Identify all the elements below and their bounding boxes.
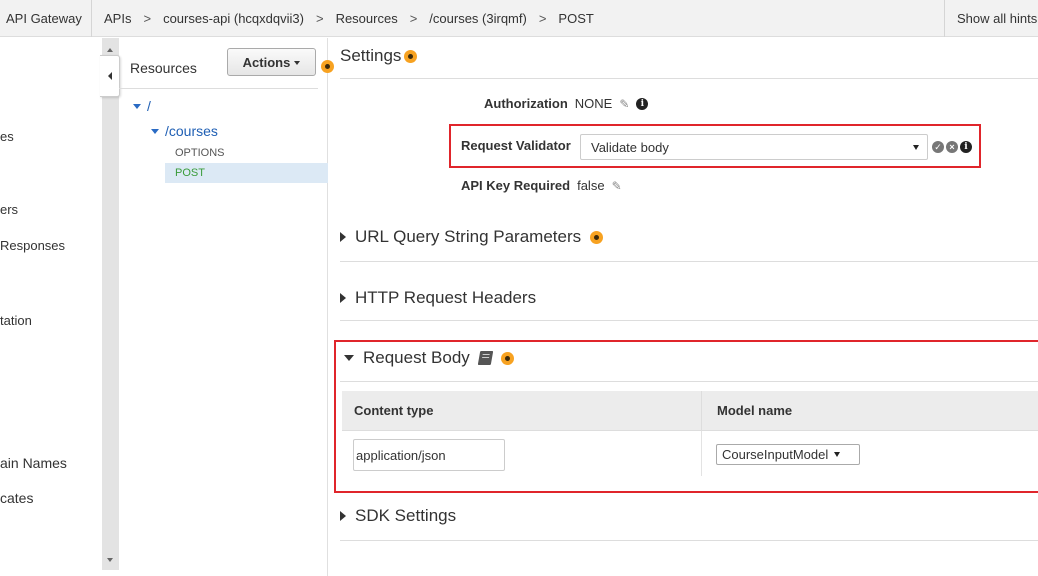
scroll-up-icon[interactable]	[107, 48, 113, 52]
check-icon[interactable]: ✓	[932, 141, 944, 153]
section-sdk-title[interactable]: SDK Settings	[355, 506, 456, 526]
clear-icon[interactable]: ×	[946, 141, 958, 153]
breadcrumb-resource[interactable]: /courses (3irqmf)	[429, 11, 527, 26]
actions-label: Actions	[242, 54, 291, 70]
settings-heading: Settings	[340, 46, 418, 66]
divider	[340, 78, 1038, 79]
breadcrumb: APIs > courses-api (hcqxdqvii3) > Resour…	[92, 11, 594, 26]
content-type-header: Content type	[354, 403, 434, 418]
section-query-title[interactable]: URL Query String Parameters	[355, 227, 581, 247]
expand-icon[interactable]	[151, 128, 159, 134]
triangle-right-icon[interactable]	[340, 293, 346, 303]
divider	[119, 88, 318, 89]
info-icon[interactable]: i	[960, 141, 972, 153]
tree-courses-label[interactable]: /courses	[165, 123, 218, 139]
scroll-down-icon[interactable]	[107, 558, 113, 562]
tree-method-post[interactable]: POST	[175, 167, 205, 179]
api-key-value: false	[577, 178, 605, 193]
pencil-icon[interactable]: ✎	[612, 179, 622, 193]
left-nav-item[interactable]: ain Names	[0, 455, 67, 471]
show-all-hints-button[interactable]: Show all hints	[944, 0, 1038, 37]
divider	[340, 320, 1038, 321]
divider	[340, 381, 1038, 382]
beacon-icon[interactable]	[590, 230, 604, 244]
collapse-panel-button[interactable]	[100, 55, 120, 97]
model-name-select[interactable]: CourseInputModel	[716, 444, 860, 465]
tree-node-root[interactable]: /	[133, 98, 151, 114]
left-nav-item[interactable]: cates	[0, 490, 33, 506]
model-name-value: CourseInputModel	[722, 447, 829, 462]
request-validator-value: Validate body	[591, 139, 669, 155]
triangle-right-icon[interactable]	[340, 511, 346, 521]
resources-title: Resources	[130, 60, 197, 76]
pencil-icon[interactable]: ✎	[619, 97, 629, 111]
section-sdk-settings[interactable]: SDK Settings	[340, 506, 1038, 541]
left-nav: es ers Responses tation ain Names cates	[0, 38, 102, 576]
divider	[701, 431, 702, 476]
breadcrumb-separator: >	[143, 10, 152, 26]
api-key-label: API Key Required	[461, 178, 571, 193]
collapse-panel-icon	[107, 72, 112, 80]
section-body-title[interactable]: Request Body	[363, 348, 470, 368]
breadcrumb-separator: >	[409, 10, 418, 26]
authorization-value: NONE	[574, 96, 613, 111]
tree-node-courses[interactable]: /courses	[151, 123, 218, 139]
caret-down-icon	[913, 145, 919, 150]
resources-scrollbar[interactable]	[102, 38, 119, 570]
beacon-icon[interactable]	[404, 49, 418, 63]
divider	[701, 391, 702, 431]
api-key-row: API Key Required false ✎	[461, 178, 622, 193]
info-icon[interactable]: i	[636, 97, 649, 110]
section-headers-title[interactable]: HTTP Request Headers	[355, 288, 536, 308]
caret-down-icon	[834, 452, 841, 457]
caret-down-icon	[294, 61, 301, 65]
triangle-right-icon[interactable]	[340, 232, 346, 242]
divider	[340, 540, 1038, 541]
tree-method-options[interactable]: OPTIONS	[175, 147, 225, 159]
request-body-table-header: Content type Model name	[342, 391, 1038, 431]
top-bar: API Gateway APIs > courses-api (hcqxdqvi…	[0, 0, 1038, 37]
model-name-header: Model name	[717, 403, 793, 418]
left-nav-item[interactable]: Responses	[0, 238, 65, 253]
authorization-row: Authorization NONE ✎ i	[484, 96, 649, 111]
request-validator-label: Request Validator	[461, 138, 571, 153]
breadcrumb-separator: >	[538, 10, 547, 26]
service-name[interactable]: API Gateway	[0, 0, 92, 37]
divider	[340, 261, 1038, 262]
authorization-label: Authorization	[484, 96, 568, 111]
section-request-body[interactable]: Request Body	[340, 348, 1038, 382]
section-query-params[interactable]: URL Query String Parameters	[340, 227, 1038, 262]
beacon-icon[interactable]	[500, 351, 514, 365]
left-nav-item[interactable]: es	[0, 129, 14, 144]
tree-root-label[interactable]: /	[147, 98, 151, 114]
triangle-down-icon[interactable]	[344, 355, 354, 361]
method-request-main: Settings Authorization NONE ✎ i Request …	[329, 38, 1038, 576]
breadcrumb-separator: >	[315, 10, 324, 26]
request-validator-highlight: Request Validator Validate body ✓ × i	[449, 124, 981, 168]
left-nav-item[interactable]: ers	[0, 202, 18, 217]
breadcrumb-api[interactable]: courses-api (hcqxdqvii3)	[163, 11, 304, 26]
request-validator-select[interactable]: Validate body	[580, 134, 928, 160]
breadcrumb-apis[interactable]: APIs	[104, 11, 131, 26]
section-request-headers[interactable]: HTTP Request Headers	[340, 288, 1038, 321]
breadcrumb-resources[interactable]: Resources	[336, 11, 398, 26]
expand-icon[interactable]	[133, 103, 141, 109]
content-type-input[interactable]: application/json	[353, 439, 505, 471]
settings-title: Settings	[340, 46, 402, 65]
book-icon[interactable]	[477, 351, 494, 365]
actions-button[interactable]: Actions	[227, 48, 316, 76]
left-nav-item[interactable]: tation	[0, 313, 32, 328]
resources-panel: Resources Actions / /courses OPTIONS POS…	[119, 38, 334, 576]
breadcrumb-method: POST	[558, 10, 594, 26]
